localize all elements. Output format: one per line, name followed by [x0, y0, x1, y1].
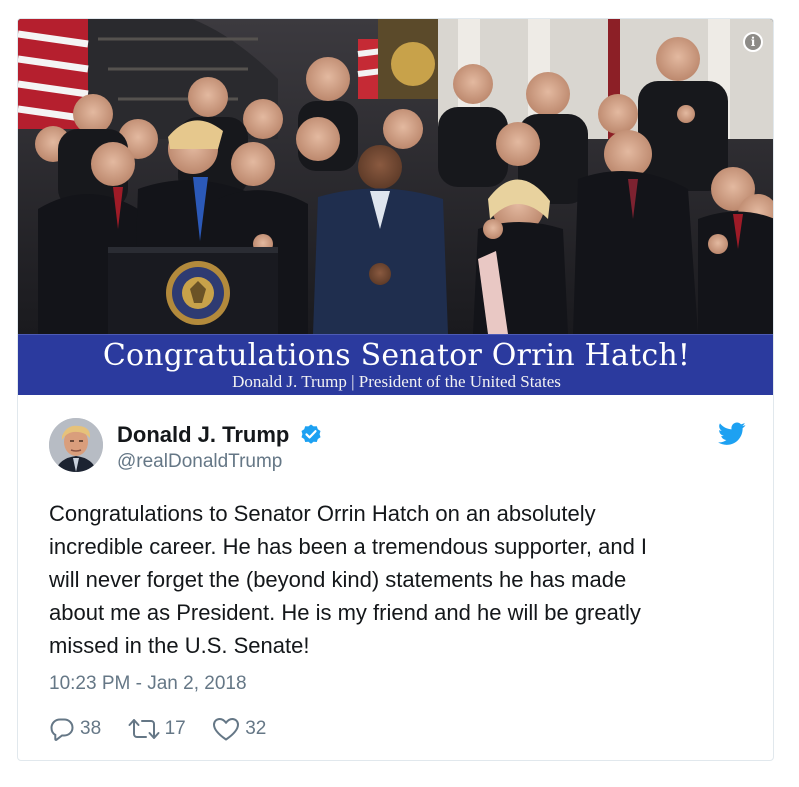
handle[interactable]: @realDonaldTrump: [117, 451, 282, 473]
avatar[interactable]: [49, 418, 103, 472]
tweet-timestamp[interactable]: 10:23 PM - Jan 2, 2018: [49, 673, 247, 695]
banner-title: Congratulations Senator Orrin Hatch!: [102, 338, 691, 373]
twitter-bird-icon[interactable]: [718, 422, 746, 446]
banner-subtitle: Donald J. Trump | President of the Unite…: [232, 372, 561, 391]
like-count: 32: [245, 718, 267, 739]
name-row[interactable]: Donald J. Trump: [117, 422, 323, 448]
tweet-media[interactable]: Congratulations Senator Orrin Hatch! Don…: [18, 19, 773, 395]
retweet-icon: [128, 719, 160, 739]
display-name[interactable]: Donald J. Trump: [117, 422, 289, 447]
reply-button[interactable]: 38: [49, 715, 101, 743]
heart-icon: [213, 718, 240, 741]
verified-badge-icon: [301, 424, 321, 444]
ceremony-photo: [18, 19, 773, 334]
reply-count: 38: [80, 718, 102, 739]
like-button[interactable]: 32: [212, 715, 266, 743]
tweet-text: Congratulations to Senator Orrin Hatch o…: [49, 501, 648, 658]
info-icon[interactable]: i: [743, 32, 763, 52]
congratulations-banner: Congratulations Senator Orrin Hatch! Don…: [18, 334, 773, 395]
reply-icon: [50, 718, 74, 741]
retweet-button[interactable]: 17: [128, 715, 186, 743]
retweet-count: 17: [164, 718, 186, 739]
embedded-tweet-card[interactable]: Congratulations Senator Orrin Hatch! Don…: [17, 18, 774, 761]
tweet-actions: 38 17 32: [49, 715, 288, 743]
tweet-author[interactable]: Donald J. Trump @realDonaldTrump: [49, 416, 749, 476]
